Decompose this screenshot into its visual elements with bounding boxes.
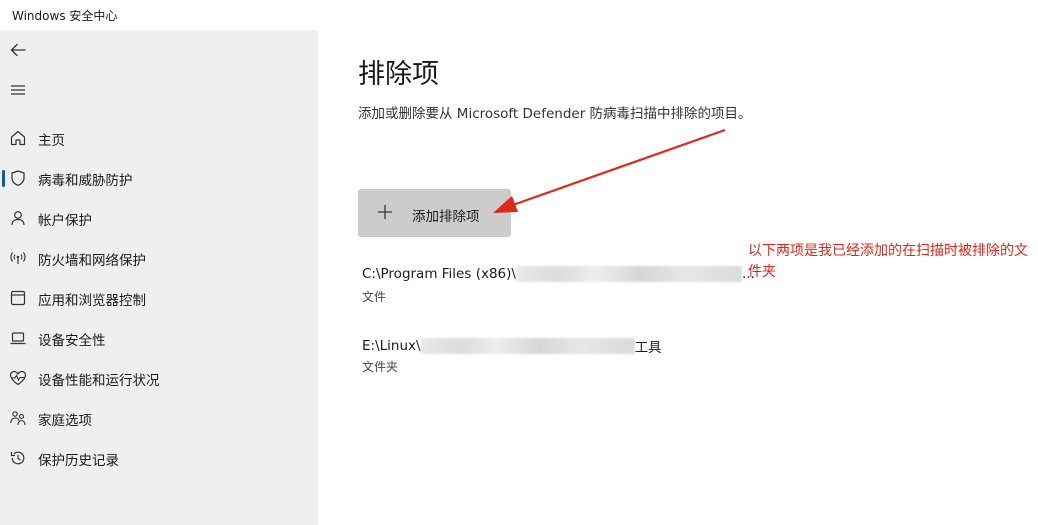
annotation-text: 以下两项是我已经添加的在扫描时被排除的文件夹: [748, 243, 1028, 280]
app-window: Windows 安全中心 主页 病毒和威胁防护 帐户保护 防火墙和网络保护 应用…: [0, 0, 1038, 525]
